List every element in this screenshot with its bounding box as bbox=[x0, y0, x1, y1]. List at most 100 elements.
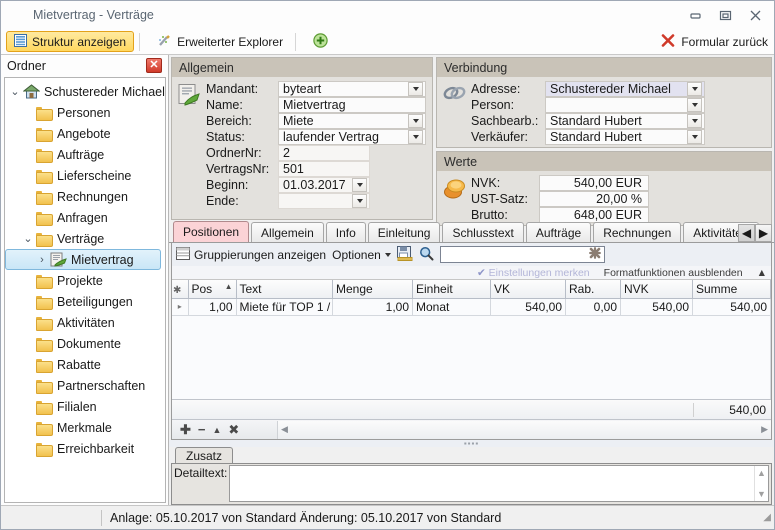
close-icon[interactable] bbox=[740, 3, 770, 27]
save-layout-button[interactable] bbox=[396, 245, 413, 264]
minimize-icon[interactable] bbox=[680, 3, 710, 27]
cell-pos[interactable]: 1,00 bbox=[188, 298, 237, 316]
column-header-ind[interactable]: ✱ bbox=[172, 280, 189, 299]
field-input[interactable]: Schustereder Michael bbox=[545, 81, 705, 97]
tree-item[interactable]: Erreichbarkeit bbox=[5, 438, 165, 459]
folder-tree[interactable]: ⌄ Schustereder Michael Personen Angebote Auf… bbox=[4, 77, 166, 503]
dropdown-arrow-icon[interactable] bbox=[408, 114, 423, 128]
tab-allgemein[interactable]: Allgemein bbox=[251, 222, 324, 242]
move-up-icon[interactable]: ▲ bbox=[213, 425, 222, 435]
field-input[interactable]: byteart bbox=[278, 81, 426, 97]
tree-item[interactable]: Dokumente bbox=[5, 333, 165, 354]
column-header-text[interactable]: Text bbox=[236, 280, 333, 299]
show-groupings-button[interactable]: Gruppierungen anzeigen bbox=[176, 246, 326, 263]
tab-schlusstext[interactable]: Schlusstext bbox=[442, 222, 524, 242]
cell-ind[interactable]: ▸ bbox=[172, 298, 189, 316]
detailtext-field[interactable]: ▲ ▼ bbox=[229, 465, 769, 502]
field-input[interactable]: Standard Hubert bbox=[545, 129, 705, 145]
field-input[interactable]: 2 bbox=[278, 145, 370, 161]
add-button[interactable] bbox=[306, 31, 340, 52]
resize-grip-icon[interactable]: ◢ bbox=[763, 512, 771, 523]
sidebar-close-icon[interactable]: ✕ bbox=[146, 58, 162, 73]
tree-item[interactable]: › Mietvertrag bbox=[5, 249, 161, 270]
dropdown-arrow-icon[interactable] bbox=[687, 98, 702, 112]
dropdown-arrow-icon[interactable] bbox=[687, 130, 702, 144]
cell-vk[interactable]: 540,00 bbox=[490, 298, 566, 316]
cell-text[interactable]: Miete für TOP 1 / 3 bbox=[236, 298, 333, 316]
column-header-menge[interactable]: Menge bbox=[332, 280, 413, 299]
horizontal-scrollbar[interactable]: ◀ ▶ bbox=[277, 420, 771, 439]
tree-item[interactable]: Aktivitäten bbox=[5, 312, 165, 333]
tree-item[interactable]: Rabatte bbox=[5, 354, 165, 375]
field-input[interactable] bbox=[545, 97, 705, 113]
expander-icon[interactable]: ⌄ bbox=[8, 85, 22, 98]
cell-nvk[interactable]: 540,00 bbox=[620, 298, 693, 316]
show-structure-button[interactable]: Struktur anzeigen bbox=[6, 31, 135, 52]
dropdown-arrow-icon[interactable] bbox=[687, 82, 702, 96]
options-menu-button[interactable]: Optionen bbox=[332, 248, 391, 262]
field-input[interactable]: laufender Vertrag bbox=[278, 129, 426, 145]
tree-item[interactable]: ⌄ Schustereder Michael bbox=[5, 81, 165, 102]
delete-record-icon[interactable]: − bbox=[198, 422, 206, 437]
tab-nav[interactable]: ◀ ▶ bbox=[738, 224, 772, 242]
dropdown-arrow-icon[interactable] bbox=[352, 194, 367, 208]
cell-summe[interactable]: 540,00 bbox=[692, 298, 771, 316]
tab-info[interactable]: Info bbox=[325, 222, 366, 242]
tab-auftr-ge[interactable]: Aufträge bbox=[525, 222, 592, 242]
search-input[interactable] bbox=[439, 246, 605, 263]
field-input[interactable]: 20,00 % bbox=[539, 191, 649, 207]
tree-item[interactable]: Partnerschaften bbox=[5, 375, 165, 396]
cell-menge[interactable]: 1,00 bbox=[332, 298, 413, 316]
tree-item[interactable]: Rechnungen bbox=[5, 186, 165, 207]
cancel-edit-icon[interactable]: ✖ bbox=[228, 422, 239, 438]
hide-format-functions-button[interactable]: Formatfunktionen ausblenden bbox=[604, 267, 743, 279]
add-record-icon[interactable]: ✚ bbox=[180, 422, 191, 438]
cell-rab[interactable]: 0,00 bbox=[565, 298, 621, 316]
detailtext-scrollbar[interactable]: ▲ ▼ bbox=[754, 466, 768, 501]
field-input[interactable]: Mietvertrag bbox=[278, 97, 426, 113]
search-button[interactable] bbox=[419, 246, 434, 264]
restore-icon[interactable] bbox=[710, 3, 740, 27]
tree-item[interactable]: Merkmale bbox=[5, 417, 165, 438]
horizontal-splitter[interactable]: ▪▪▪▪ bbox=[169, 439, 774, 448]
column-header-rab[interactable]: Rab. bbox=[565, 280, 621, 299]
extended-explorer-button[interactable]: Erweiterter Explorer bbox=[150, 31, 290, 52]
remember-settings-button[interactable]: ✔ Einstellungen merken bbox=[477, 267, 590, 279]
search-clear-icon[interactable] bbox=[588, 247, 601, 262]
tab-einleitung[interactable]: Einleitung bbox=[367, 222, 441, 242]
dropdown-arrow-icon[interactable] bbox=[687, 114, 702, 128]
chevron-up-icon[interactable]: ▲ bbox=[757, 267, 767, 279]
column-header-pos[interactable]: Pos ▲ bbox=[188, 280, 237, 299]
field-input[interactable]: 501 bbox=[278, 161, 370, 177]
tab-zusatz[interactable]: Zusatz bbox=[175, 447, 234, 463]
dropdown-arrow-icon[interactable] bbox=[408, 130, 423, 144]
field-input[interactable] bbox=[278, 193, 370, 209]
scroll-down-icon[interactable]: ▼ bbox=[757, 489, 766, 499]
tree-item[interactable]: Aufträge bbox=[5, 144, 165, 165]
tab-rechnungen[interactable]: Rechnungen bbox=[593, 222, 682, 242]
expander-icon[interactable]: › bbox=[35, 254, 49, 266]
form-back-button[interactable]: Formular zurück bbox=[661, 29, 768, 55]
tree-item[interactable]: Beteiligungen bbox=[5, 291, 165, 312]
expander-icon[interactable]: ⌄ bbox=[21, 232, 35, 245]
tab-positionen[interactable]: Positionen bbox=[173, 221, 250, 242]
detailtext-value[interactable] bbox=[230, 466, 754, 501]
zusatz-tab-strip[interactable]: Zusatz bbox=[171, 447, 772, 463]
tree-item[interactable]: Projekte bbox=[5, 270, 165, 291]
tree-item[interactable]: ⌄ Verträge bbox=[5, 228, 165, 249]
scroll-up-icon[interactable]: ▲ bbox=[757, 468, 766, 478]
scroll-right-icon[interactable]: ▶ bbox=[761, 424, 768, 435]
column-header-vk[interactable]: VK bbox=[490, 280, 566, 299]
column-header-summe[interactable]: Summe bbox=[692, 280, 771, 299]
dropdown-arrow-icon[interactable] bbox=[408, 82, 423, 96]
tab-strip[interactable]: Positionen Allgemein Info Einleitung Schluss… bbox=[169, 221, 774, 243]
tree-item[interactable]: Anfragen bbox=[5, 207, 165, 228]
column-header-nvk[interactable]: NVK bbox=[620, 280, 693, 299]
tab-nav-prev[interactable]: ◀ bbox=[738, 224, 755, 242]
tree-item[interactable]: Filialen bbox=[5, 396, 165, 417]
dropdown-arrow-icon[interactable] bbox=[352, 178, 367, 192]
field-input[interactable]: Standard Hubert bbox=[545, 113, 705, 129]
tree-item[interactable]: Lieferscheine bbox=[5, 165, 165, 186]
tab-nav-next[interactable]: ▶ bbox=[755, 224, 772, 242]
table-row[interactable]: ▸ 1,00 Miete für TOP 1 / 3 1,00 Monat 540,00 0… bbox=[172, 298, 771, 316]
